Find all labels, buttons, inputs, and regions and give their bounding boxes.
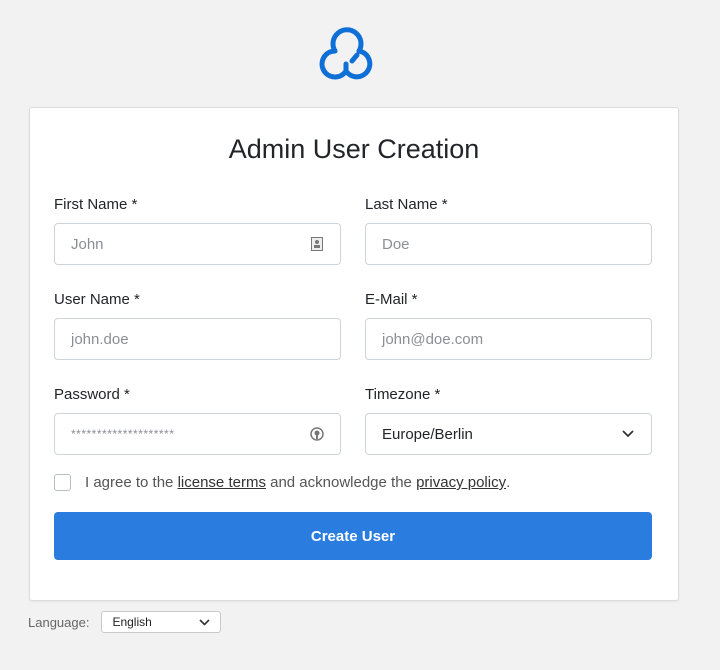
agree-row: I agree to the license terms and acknowl… [54, 474, 510, 491]
first-name-label: First Name * [54, 196, 138, 213]
user-name-input[interactable]: john.doe [54, 318, 341, 360]
timezone-select[interactable]: Europe/Berlin [365, 413, 652, 455]
password-field: Password * ******************** [54, 386, 341, 455]
create-user-button[interactable]: Create User [54, 512, 652, 560]
email-input[interactable]: john@doe.com [365, 318, 652, 360]
last-name-field: Last Name * Doe [365, 196, 652, 265]
agree-checkbox[interactable] [54, 474, 71, 491]
first-name-field: First Name * John [54, 196, 341, 265]
last-name-input[interactable]: Doe [365, 223, 652, 265]
page-title: Admin User Creation [228, 134, 480, 164]
language-select[interactable]: English [101, 611, 222, 633]
privacy-policy-link[interactable]: privacy policy [416, 474, 506, 491]
last-name-label: Last Name * [365, 196, 448, 213]
email-label: E-Mail * [365, 291, 418, 308]
first-name-input[interactable]: John [54, 223, 341, 265]
chevron-down-icon [199, 615, 211, 629]
password-label: Password * [54, 386, 130, 403]
password-manager-icon[interactable] [310, 427, 324, 441]
language-label: Language: [28, 614, 90, 630]
admin-creation-card: Admin User Creation First Name * John La… [29, 107, 679, 601]
timezone-field: Timezone * Europe/Berlin [365, 386, 652, 455]
user-name-label: User Name * [54, 291, 140, 308]
email-field: E-Mail * john@doe.com [365, 291, 652, 360]
language-row: Language: English [28, 611, 222, 633]
timezone-label: Timezone * [365, 386, 441, 403]
password-input[interactable]: ******************** [54, 413, 341, 455]
license-terms-link[interactable]: license terms [178, 474, 266, 491]
user-name-field: User Name * john.doe [54, 291, 341, 360]
contact-card-icon[interactable] [310, 237, 324, 251]
cloud-logo-icon [319, 27, 373, 80]
chevron-down-icon [621, 427, 635, 441]
